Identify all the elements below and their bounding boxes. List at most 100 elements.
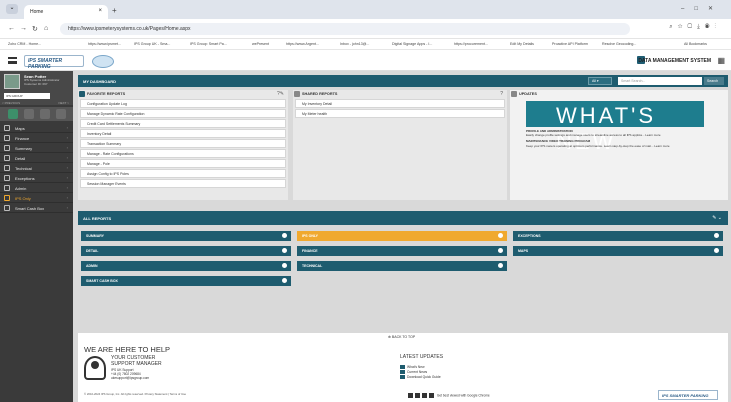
bookmark-item[interactable]: IPS Group UK - Sma... <box>134 42 170 46</box>
chevron-right-icon: › <box>66 155 68 160</box>
sidebar-item-summary[interactable]: Summary › <box>0 143 73 153</box>
tile-technical[interactable]: TECHNICAL <box>297 261 507 271</box>
browser-tab[interactable]: Home × <box>24 5 108 19</box>
twitter-icon[interactable] <box>415 393 420 398</box>
close-icon[interactable]: × <box>98 8 102 14</box>
latest-update-item[interactable]: Download Quick Guide <box>400 375 441 380</box>
report-link[interactable]: Transaction Summary <box>80 139 286 148</box>
whats-new-banner[interactable]: WHAT'S NEW <box>526 101 704 154</box>
sidebar-item-finance[interactable]: Finance › <box>0 133 73 143</box>
bookmark-item[interactable]: Proactive API Platform <box>552 42 588 46</box>
tab-menu-button[interactable]: ⌄ <box>6 4 18 14</box>
linkedin-icon[interactable] <box>422 393 427 398</box>
reload-icon[interactable]: ↻ <box>32 25 38 33</box>
youtube-icon[interactable] <box>429 393 434 398</box>
sidebar-item-smart-cash-box[interactable]: Smart Cash Box › <box>0 203 73 213</box>
star-icon <box>79 91 85 97</box>
report-link[interactable]: Configuration Update Log <box>80 99 286 108</box>
latest-update-label: Current News <box>407 370 428 374</box>
update-text[interactable]: Keep your IPS meters operating at optimu… <box>526 144 704 148</box>
back-to-top-link[interactable]: ⊕ BACK TO TOP <box>388 335 415 339</box>
report-link[interactable]: Assign Config to IPS Poles <box>80 169 286 178</box>
footer-logo[interactable]: IPS SMARTER PARKING <box>658 390 718 400</box>
sidebar-item-technical[interactable]: Technical › <box>0 163 73 173</box>
search-button[interactable]: Search <box>704 77 724 85</box>
bookmark-item[interactable]: All Bookmarks <box>684 42 707 46</box>
sidebar-item-maps[interactable]: Maps › <box>0 123 73 133</box>
contact-email[interactable]: ukesupport@ipsgroup.com <box>111 376 149 380</box>
sidebar-item-admin[interactable]: Admin › <box>0 183 73 193</box>
warning-icon <box>4 175 10 181</box>
panel-header: SHARED REPORTS ? <box>293 90 507 98</box>
avatar[interactable] <box>4 74 20 89</box>
report-link[interactable]: My Inventory Detail <box>295 99 505 108</box>
hamburger-menu-icon[interactable] <box>8 57 17 64</box>
latest-update-label: Download Quick Guide <box>407 375 441 379</box>
bookmark-item[interactable]: Digital Signage Apps - I... <box>392 42 432 46</box>
tile-ips-only[interactable]: IPS ONLY <box>297 231 507 241</box>
bookmark-item[interactable]: https://www.ipsmet... <box>88 42 121 46</box>
report-link[interactable]: Manage - Rate Configurations <box>80 149 286 158</box>
dashboard-icon[interactable] <box>8 109 18 119</box>
report-link[interactable]: Credit Card Settlements Summary <box>80 119 286 128</box>
previous-link[interactable]: < PREVIOUS <box>2 101 20 105</box>
back-icon[interactable]: ← <box>8 25 15 32</box>
ips-logo[interactable]: IPS SMARTER PARKING <box>24 55 84 70</box>
url-field[interactable]: https://www.ipsmeterysystems.co.uk/Pages… <box>60 23 630 35</box>
report-link[interactable]: Session Manager Events <box>80 179 286 188</box>
tile-maps[interactable]: MAPS <box>513 246 723 256</box>
doc-icon <box>400 370 405 375</box>
bookmark-item[interactable]: https://www.Argent... <box>286 42 319 46</box>
tile-exceptions[interactable]: EXCEPTIONS <box>513 231 723 241</box>
window-controls[interactable]: –□✕ <box>681 5 723 12</box>
sidebar-item-exceptions[interactable]: Exceptions › <box>0 173 73 183</box>
update-text[interactable]: Easily change profile settings and manag… <box>526 133 704 137</box>
expand-icon <box>282 248 287 253</box>
bookmark-item[interactable]: Edit My Details <box>510 42 534 46</box>
sidebar-item-ips-only[interactable]: IPS Only › <box>0 193 73 203</box>
report-link[interactable]: Inventory Detail <box>80 129 286 138</box>
system-title: DATA MANAGEMENT SYSTEM <box>638 58 711 64</box>
help-icon[interactable] <box>40 109 50 119</box>
chevron-right-icon: › <box>66 135 68 140</box>
customer-select[interactable]: IPS GROUP <box>4 93 50 99</box>
new-tab-button[interactable]: + <box>112 6 117 15</box>
bookmark-item[interactable]: IPS Group: Smart Pa... <box>190 42 227 46</box>
forward-icon[interactable]: → <box>20 25 27 32</box>
home-icon[interactable]: ⌂ <box>44 25 48 32</box>
report-link[interactable]: My Meter health <box>295 109 505 118</box>
help-icon[interactable]: ? <box>500 91 503 97</box>
facebook-icon[interactable] <box>408 393 413 398</box>
panel-title: SHARED REPORTS <box>302 92 338 96</box>
collapse-icon[interactable]: ✎ ⌄ <box>712 215 722 221</box>
tile-finance[interactable]: FINANCE <box>297 246 507 256</box>
tile-admin[interactable]: ADMIN <box>81 261 291 271</box>
tile-label: MAPS <box>518 249 529 253</box>
search-input[interactable]: Smart Search... <box>618 77 702 85</box>
bookmark-item[interactable]: Inbox - john13@... <box>340 42 369 46</box>
browser-note: Get best viewed with Google Chrome <box>436 393 490 398</box>
expand-icon <box>282 278 287 283</box>
bookmark-item[interactable]: Zoho CRM - Home... <box>8 42 41 46</box>
bookmark-item[interactable]: Resolve Geocoding... <box>602 42 636 46</box>
grid-icon[interactable]: ▦ <box>717 56 725 65</box>
filter-dropdown[interactable]: All ▾ <box>588 77 612 85</box>
bookmark-item[interactable]: https://procurement... <box>454 42 488 46</box>
tile-smart-cash-box[interactable]: SMART CASH BOX <box>81 276 291 286</box>
settings-icon[interactable] <box>24 109 34 119</box>
report-link[interactable]: Manage - Pole <box>80 159 286 168</box>
report-link[interactable]: Manage Dynamic Rate Configuration <box>80 109 286 118</box>
site-header: IPS SMARTER PARKING DATA MANAGEMENT SYST… <box>0 51 731 71</box>
bookmark-item[interactable]: wePresent <box>252 42 269 46</box>
next-link[interactable]: NEXT > <box>58 101 69 105</box>
logout-icon[interactable] <box>56 109 66 119</box>
expand-icon <box>282 233 287 238</box>
doc-icon <box>400 365 405 370</box>
sidebar-item-detail[interactable]: Detail › <box>0 153 73 163</box>
tile-summary[interactable]: SUMMARY <box>81 231 291 241</box>
tile-detail[interactable]: DETAIL <box>81 246 291 256</box>
updates-panel: UPDATES WHAT'S NEW PROFILE AND ADMINISTR… <box>510 90 728 200</box>
expand-icon <box>714 248 719 253</box>
help-edit-icon[interactable]: ?✎ <box>277 91 284 97</box>
browser-actions[interactable]: ⌕☆▢⤓◉⋮ <box>669 24 721 31</box>
